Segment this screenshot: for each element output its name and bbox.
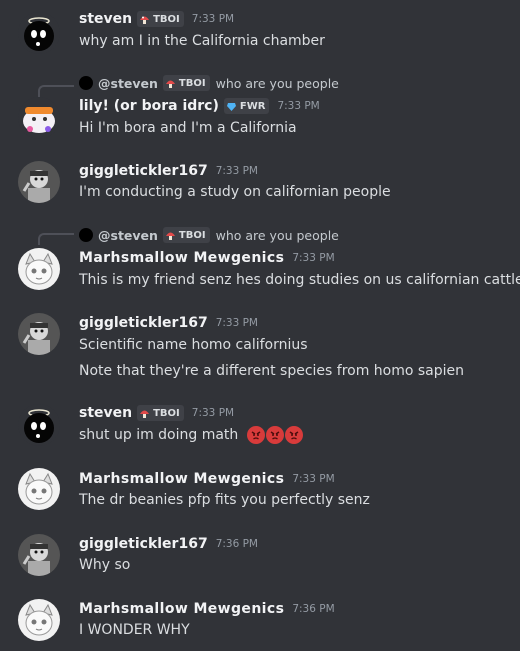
angry-face-emoji[interactable] — [265, 426, 284, 444]
username[interactable]: Marhsmallow Mewgenics — [79, 471, 284, 487]
mushroom-icon — [139, 14, 150, 25]
reply-avatar — [79, 228, 93, 242]
avatar-giggletickler167[interactable] — [18, 161, 60, 203]
message-text: Scientific name homo californius — [79, 337, 308, 353]
avatar-marhsmallow[interactable] — [18, 248, 60, 290]
avatar-marhsmallow[interactable] — [18, 468, 60, 510]
server-tag: TBOI — [162, 227, 210, 243]
username[interactable]: steven — [79, 405, 132, 421]
username[interactable]: Marhsmallow Mewgenics — [79, 601, 284, 617]
angry-face-emoji[interactable] — [246, 426, 265, 444]
avatar-marhsmallow[interactable] — [18, 599, 60, 641]
mushroom-icon — [165, 78, 176, 89]
timestamp[interactable]: 7:33 PM — [277, 100, 319, 112]
server-tag: TBOI — [162, 75, 210, 91]
gem-icon — [226, 101, 237, 112]
message-text: Hi I'm bora and I'm a California — [79, 120, 297, 136]
username[interactable]: giggletickler167 — [79, 536, 208, 552]
avatar-giggletickler167[interactable] — [18, 534, 60, 576]
reply-text: who are you people — [215, 75, 339, 91]
message-text: Why so — [79, 557, 131, 573]
username[interactable]: Marhsmallow Mewgenics — [79, 250, 284, 266]
reply-preview[interactable]: @steven TBOI who are you people — [79, 226, 339, 244]
timestamp[interactable]: 7:36 PM — [292, 603, 334, 615]
avatar-giggletickler167[interactable] — [18, 313, 60, 355]
avatar-steven[interactable] — [18, 404, 60, 446]
reply-spine — [38, 85, 74, 97]
username[interactable]: lily! (or bora idrc) — [79, 98, 219, 114]
avatar-steven[interactable] — [18, 12, 60, 54]
avatar-lily[interactable] — [18, 97, 60, 139]
username[interactable]: steven — [79, 11, 132, 27]
reply-username: @steven — [98, 75, 158, 91]
reply-spine — [38, 233, 74, 245]
reply-text: who are you people — [215, 227, 339, 243]
server-tag[interactable]: TBOI — [137, 405, 184, 421]
timestamp[interactable]: 7:33 PM — [292, 252, 334, 264]
timestamp[interactable]: 7:33 PM — [192, 13, 234, 25]
mushroom-icon — [165, 230, 176, 241]
username[interactable]: giggletickler167 — [79, 315, 208, 331]
message-text: why am I in the California chamber — [79, 33, 325, 49]
message-text: Note that they're a different species fr… — [79, 363, 465, 379]
message-text: This is my friend senz hes doing studies… — [79, 272, 520, 288]
message-text-row: shut up im doing math — [79, 425, 303, 445]
timestamp[interactable]: 7:36 PM — [216, 538, 258, 550]
emoji-group — [246, 426, 303, 444]
timestamp[interactable]: 7:33 PM — [216, 165, 258, 177]
username[interactable]: giggletickler167 — [79, 163, 208, 179]
message-text: I WONDER WHY — [79, 622, 190, 638]
timestamp[interactable]: 7:33 PM — [292, 473, 334, 485]
timestamp[interactable]: 7:33 PM — [192, 407, 234, 419]
message-text: The dr beanies pfp fits you perfectly se… — [79, 492, 370, 508]
server-tag[interactable]: TBOI — [137, 11, 184, 27]
mushroom-icon — [139, 408, 150, 419]
angry-face-emoji[interactable] — [284, 426, 303, 444]
server-tag[interactable]: FWR — [223, 98, 270, 114]
message-text: I'm conducting a study on californian pe… — [79, 184, 391, 200]
timestamp[interactable]: 7:33 PM — [216, 317, 258, 329]
message-text: shut up im doing math — [79, 427, 239, 443]
reply-username: @steven — [98, 227, 158, 243]
reply-preview[interactable]: @steven TBOI who are you people — [79, 74, 339, 92]
reply-avatar — [79, 76, 93, 90]
